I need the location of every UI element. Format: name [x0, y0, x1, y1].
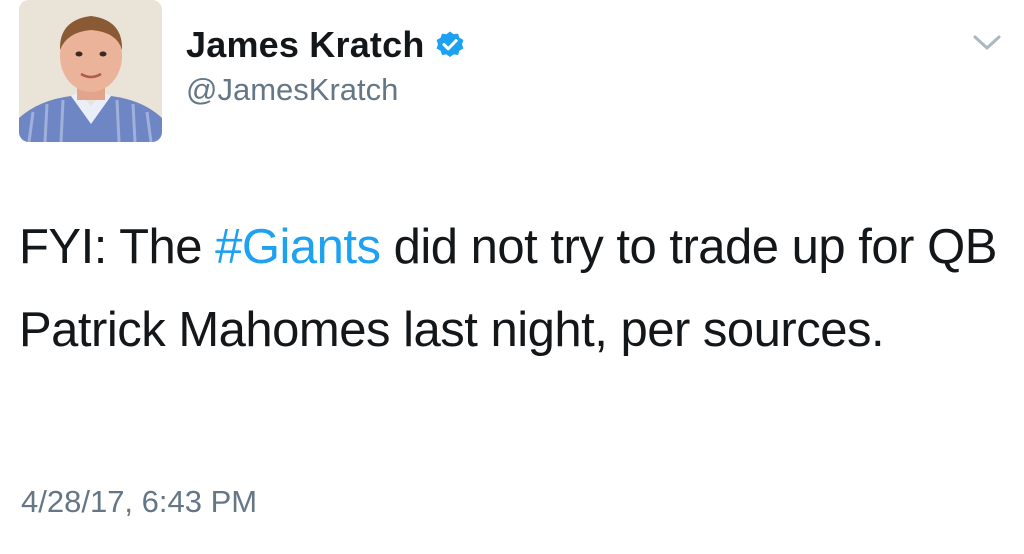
tweet-card: James Kratch @JamesKratch FYI: The #Gian… — [0, 0, 1024, 554]
tweet-timestamp[interactable]: 4/28/17, 6:43 PM — [21, 484, 257, 520]
chevron-down-icon[interactable] — [972, 32, 1002, 54]
verified-badge-icon — [435, 30, 465, 60]
author-name-row: James Kratch — [186, 22, 465, 68]
tweet-text: FYI: The #Giants did not try to trade up… — [19, 206, 1009, 372]
avatar[interactable] — [19, 0, 162, 142]
username-handle[interactable]: @JamesKratch — [186, 72, 398, 108]
avatar-photo — [19, 0, 162, 142]
display-name[interactable]: James Kratch — [186, 24, 425, 66]
hashtag-link[interactable]: #Giants — [215, 220, 381, 274]
tweet-text-before: FYI: The — [19, 220, 216, 274]
